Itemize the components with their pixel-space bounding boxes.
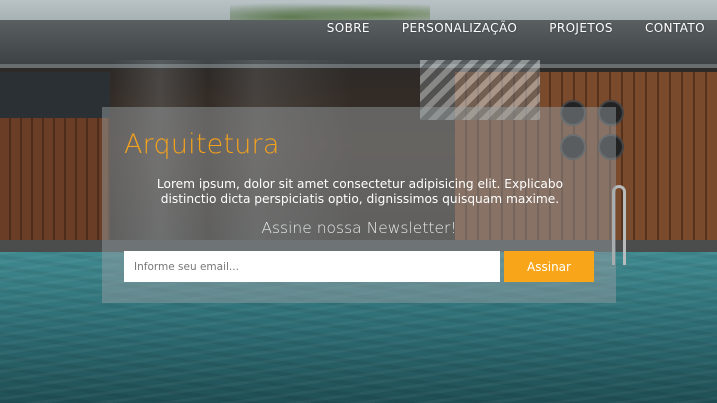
nav-link-personalizacao[interactable]: PERSONALIZAÇÃO	[402, 21, 517, 35]
email-input[interactable]	[124, 251, 500, 282]
subscribe-button[interactable]: Assinar	[504, 251, 594, 282]
top-navigation: SOBRE PERSONALIZAÇÃO PROJETOS CONTATO	[295, 0, 717, 56]
hero-title: Arquitetura	[124, 129, 280, 160]
glass-wall	[0, 72, 110, 118]
newsletter-heading: Assine nossa Newsletter!	[261, 219, 457, 237]
nav-link-projetos[interactable]: PROJETOS	[549, 21, 613, 35]
nav-link-sobre[interactable]: SOBRE	[327, 21, 370, 35]
hero-description: Lorem ipsum, dolor sit amet consectetur …	[156, 177, 564, 206]
hero-card: Arquitetura Lorem ipsum, dolor sit amet …	[102, 107, 616, 303]
wood-wall-left	[0, 118, 110, 250]
nav-link-contato[interactable]: CONTATO	[645, 21, 705, 35]
